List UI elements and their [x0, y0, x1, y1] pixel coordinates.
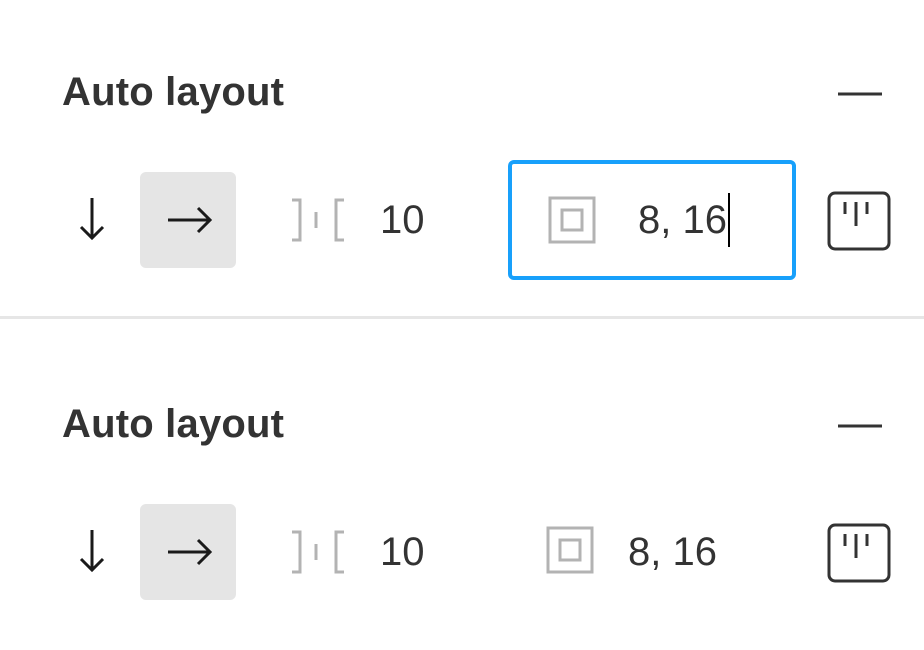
minus-icon	[838, 92, 882, 96]
alignment-button[interactable]	[826, 190, 892, 252]
padding-value-wrapper: 8, 16	[638, 164, 730, 276]
direction-horizontal-button[interactable]	[140, 172, 236, 268]
direction-vertical-button[interactable]	[44, 504, 140, 600]
direction-horizontal-button[interactable]	[140, 504, 236, 600]
padding-input[interactable]: 8, 16	[508, 492, 796, 612]
auto-layout-panel-default: Auto layout 10 8, 16	[0, 332, 924, 650]
text-caret	[727, 193, 730, 247]
item-spacing-input[interactable]: 10	[372, 186, 482, 254]
padding-icon	[546, 526, 594, 574]
arrow-down-icon	[79, 198, 105, 241]
remove-auto-layout-button[interactable]	[832, 74, 888, 114]
direction-vertical-button[interactable]	[44, 172, 140, 268]
alignment-icon	[827, 191, 891, 251]
padding-value-wrapper: 8, 16	[628, 492, 717, 612]
arrow-right-icon	[168, 206, 213, 234]
padding-value: 8, 16	[628, 529, 717, 574]
padding-value: 8, 16	[638, 197, 727, 242]
alignment-icon	[827, 523, 891, 583]
minus-icon	[838, 424, 882, 428]
spacing-between-items-icon	[288, 528, 348, 576]
section-title: Auto layout	[62, 70, 285, 114]
remove-auto-layout-button[interactable]	[832, 406, 888, 446]
alignment-button[interactable]	[826, 522, 892, 584]
spacing-between-items-icon	[288, 196, 348, 244]
padding-icon	[548, 196, 596, 244]
panel-divider	[0, 316, 924, 319]
arrow-down-icon	[79, 530, 105, 573]
section-title: Auto layout	[62, 402, 285, 446]
padding-input[interactable]: 8, 16	[508, 160, 796, 280]
arrow-right-icon	[168, 538, 213, 566]
auto-layout-panel-editing: Auto layout 10 8, 16	[0, 0, 924, 318]
item-spacing-input[interactable]: 10	[372, 518, 482, 586]
